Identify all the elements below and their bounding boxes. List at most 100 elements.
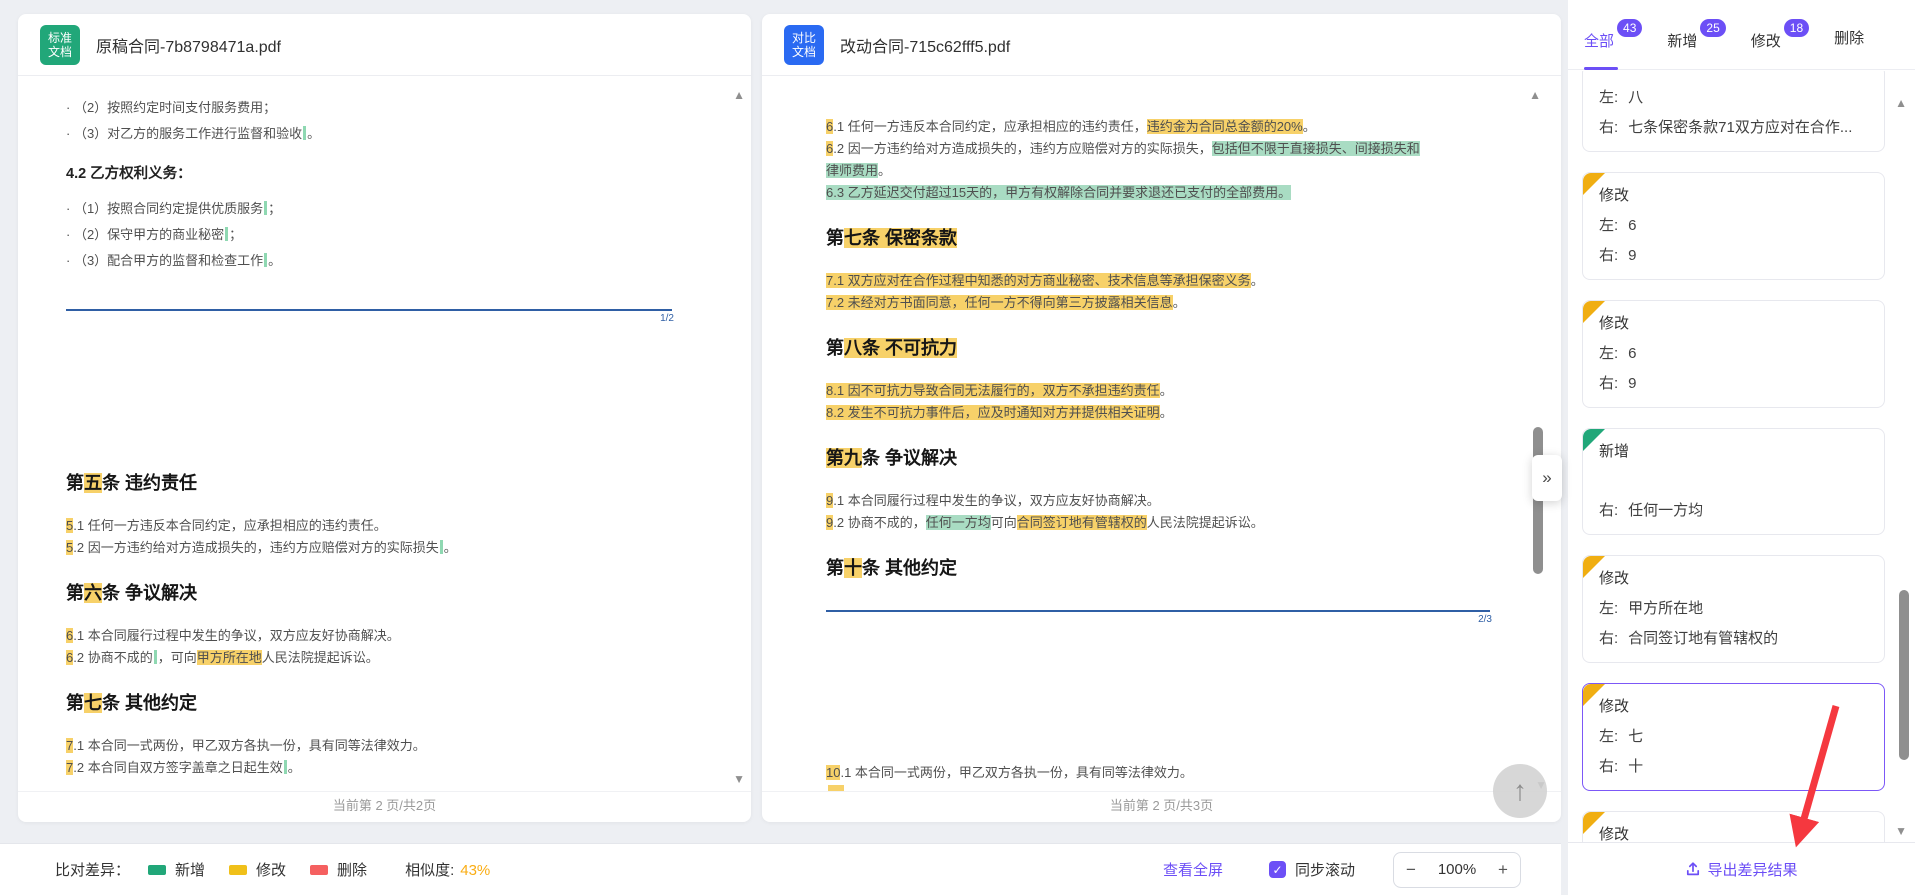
diff-type-label: 修改: [1599, 570, 1630, 587]
diff-highlight: 任何一方均: [925, 515, 991, 530]
back-to-top-button[interactable]: ↑: [1493, 764, 1547, 818]
diff-type-flag-icon: [1583, 429, 1605, 451]
scroll-up-icon[interactable]: ▲: [733, 88, 745, 102]
doc-text: · （3）对乙方的服务工作进行监督和验收: [66, 126, 303, 141]
diff-tick-icon: [153, 650, 157, 664]
doc-line: · （2）保守甲方的商业秘密 ；: [66, 224, 672, 246]
diff-card-list[interactable]: 左: 八右: 七条保密条款71双方应对在合作... 修改 左: 6 右: 9 修改 左: 6 右: 9 新…: [1568, 71, 1915, 843]
doc-line: 6.2 因一方违约给对方造成损失的，违约方应赔偿对方的实际损失，包括但不限于直接…: [826, 138, 1490, 160]
diff-card[interactable]: 修改 左: 甲方所在地 右: 合同签订地有管辖权的: [1582, 555, 1885, 663]
legend-swatch: [310, 864, 329, 875]
diff-card[interactable]: 左: 八右: 七条保密条款71双方应对在合作...: [1582, 71, 1885, 152]
scroll-up-icon[interactable]: ▲: [1895, 96, 1907, 110]
diff-value: 十: [1628, 758, 1644, 775]
diff-value: 任何一方均: [1628, 502, 1704, 519]
tab-count-badge: 43: [1617, 19, 1643, 37]
up-arrow-icon: ↑: [1513, 775, 1527, 806]
diff-highlight: 违约金为合同总金额的20%: [1146, 119, 1303, 134]
tab-修改[interactable]: 修改18: [1751, 19, 1810, 69]
page-number-label: 1/2: [660, 313, 674, 324]
doc-text: 人民法院提起诉讼。: [261, 650, 379, 665]
compare-doc-panel: 对比 文档 改动合同-715c62fff5.pdf 6.1 任何一方违反本合同约…: [762, 14, 1561, 822]
export-diff-button[interactable]: 导出差异结果: [1679, 858, 1803, 881]
diff-results-panel: 全部43 新增25 修改18 删除 左: 八右: 七条保密条款71双方应对在合作... 修改…: [1568, 0, 1915, 895]
doc-text: .2 因一方违约给对方造成损失的，违约方应赔偿对方的实际损失，: [833, 141, 1212, 156]
doc-line: 10.1 本合同一式两份，甲乙双方各执一份，具有同等法律效力。: [826, 762, 1490, 784]
doc-gap: [66, 311, 672, 449]
zoom-out-button[interactable]: −: [1394, 853, 1428, 887]
legend-item-新增: 新增: [148, 859, 205, 880]
doc-text: 可向: [990, 515, 1017, 530]
diff-highlight: 律师费用: [826, 163, 879, 178]
diff-card[interactable]: 修改 左: 6 右: 9: [1582, 172, 1885, 280]
sync-scroll-checkbox[interactable]: ✓: [1268, 861, 1286, 878]
check-icon: ✓: [1272, 862, 1283, 877]
diff-side-label: 右:: [1599, 119, 1619, 136]
doc-text: 第: [826, 228, 844, 248]
tab-全部[interactable]: 全部43: [1584, 19, 1643, 70]
diff-card[interactable]: 新增 右: 任何一方均: [1582, 428, 1885, 535]
doc-text: 。: [287, 760, 301, 775]
diff-highlight: 五: [84, 473, 102, 493]
scrollbar-thumb[interactable]: [1899, 590, 1909, 760]
diff-type-label: 修改: [1599, 826, 1630, 843]
collapse-diff-panel-button[interactable]: »: [1532, 455, 1562, 501]
doc-text: · （1）按照合同约定提供优质服务: [66, 201, 264, 216]
legend-label: 删除: [337, 862, 368, 879]
diff-card[interactable]: 修改 左: 6 右: 9: [1582, 300, 1885, 408]
diff-tick-icon: [439, 540, 443, 554]
diff-highlight: 六: [84, 583, 102, 603]
diff-card-row: 右: 十: [1599, 756, 1870, 777]
page-divider: 1/2: [66, 309, 674, 324]
tab-新增[interactable]: 新增25: [1667, 19, 1726, 69]
diff-side-label: 右:: [1599, 247, 1619, 264]
diff-side-label: 左:: [1599, 217, 1619, 234]
fullscreen-button[interactable]: 查看全屏: [1163, 859, 1223, 880]
doc-text: 第: [826, 558, 844, 578]
diff-value: 6: [1628, 345, 1637, 362]
doc-text: 条 违约责任: [102, 473, 198, 493]
diff-card-row: 右: 9: [1599, 373, 1870, 394]
tab-删除[interactable]: 删除: [1834, 27, 1864, 69]
doc-text: .2 本合同自双方签字盖章之日起生效: [73, 760, 283, 775]
diff-highlight: 7.1 双方应对在合作过程中知悉的对方商业秘密、技术信息等承担保密义务: [826, 273, 1251, 288]
badge-text: 文档: [791, 44, 816, 59]
scroll-up-icon[interactable]: ▲: [1529, 88, 1541, 102]
standard-doc-viewport[interactable]: · （2）按照约定时间支付服务费用； · （3）对乙方的服务工作进行监督和验收。 4…: [18, 76, 751, 792]
page-number-label: 2/3: [1478, 614, 1492, 625]
zoom-in-button[interactable]: +: [1486, 853, 1520, 887]
tab-label: 全部: [1584, 33, 1615, 50]
diff-tick-icon: [225, 227, 229, 241]
doc-text: .2 协商不成的: [73, 650, 153, 665]
diff-type-label: 修改: [1599, 315, 1630, 332]
doc-heading: 第十条 其他约定: [826, 555, 1490, 581]
scroll-down-icon[interactable]: ▼: [1895, 824, 1907, 838]
doc-line: 8.2 发生不可抗力事件后，应及时通知对方并提供相关证明。: [826, 402, 1490, 424]
diff-card[interactable]: 修改 左: 七右: 十: [1582, 683, 1885, 791]
diff-side-label: 左:: [1599, 600, 1619, 617]
doc-line: 9.2 协商不成的，任何一方均可向合同签订地有管辖权的人民法院提起诉讼。: [826, 512, 1490, 534]
doc-text: 。: [443, 540, 457, 555]
compare-doc-badge: 对比 文档: [784, 24, 824, 65]
standard-doc-page-indicator: 当前第 2 页/共2页: [18, 791, 751, 822]
diff-highlight: 包括但不限于直接损失、间接损失和: [1211, 141, 1420, 156]
scroll-down-icon[interactable]: ▼: [733, 772, 745, 786]
diff-card[interactable]: 修改左:7右:2310: [1582, 811, 1885, 843]
doc-text: 。: [268, 253, 282, 268]
doc-text: .1 任何一方违反本合同约定，应承担相应的违约责任，: [833, 119, 1147, 134]
doc-line: 9.1 本合同履行过程中发生的争议，双方应友好协商解决。: [826, 490, 1490, 512]
diff-tick-icon: [264, 253, 268, 267]
doc-heading: 第七条 其他约定: [66, 690, 672, 716]
doc-line: 7.2 未经对方书面同意，任何一方不得向第三方披露相关信息。: [826, 292, 1490, 314]
doc-text: 条 其他约定: [862, 558, 958, 578]
diff-card-row: 右: 9: [1599, 245, 1870, 266]
diff-value: 6: [1628, 217, 1637, 234]
diff-card-row: 右: 任何一方均: [1599, 500, 1870, 521]
doc-text: · （2）保守甲方的商业秘密: [66, 227, 225, 242]
doc-text: ；: [229, 227, 243, 242]
diff-tick-icon: [303, 126, 307, 140]
page-divider: 2/3: [826, 610, 1492, 625]
doc-text: 。: [1172, 295, 1186, 310]
compare-doc-viewport[interactable]: 6.1 任何一方违反本合同约定，应承担相应的违约责任，违约金为合同总金额的20%…: [762, 76, 1561, 792]
compare-doc-title: 改动合同-715c62fff5.pdf: [840, 38, 1011, 56]
